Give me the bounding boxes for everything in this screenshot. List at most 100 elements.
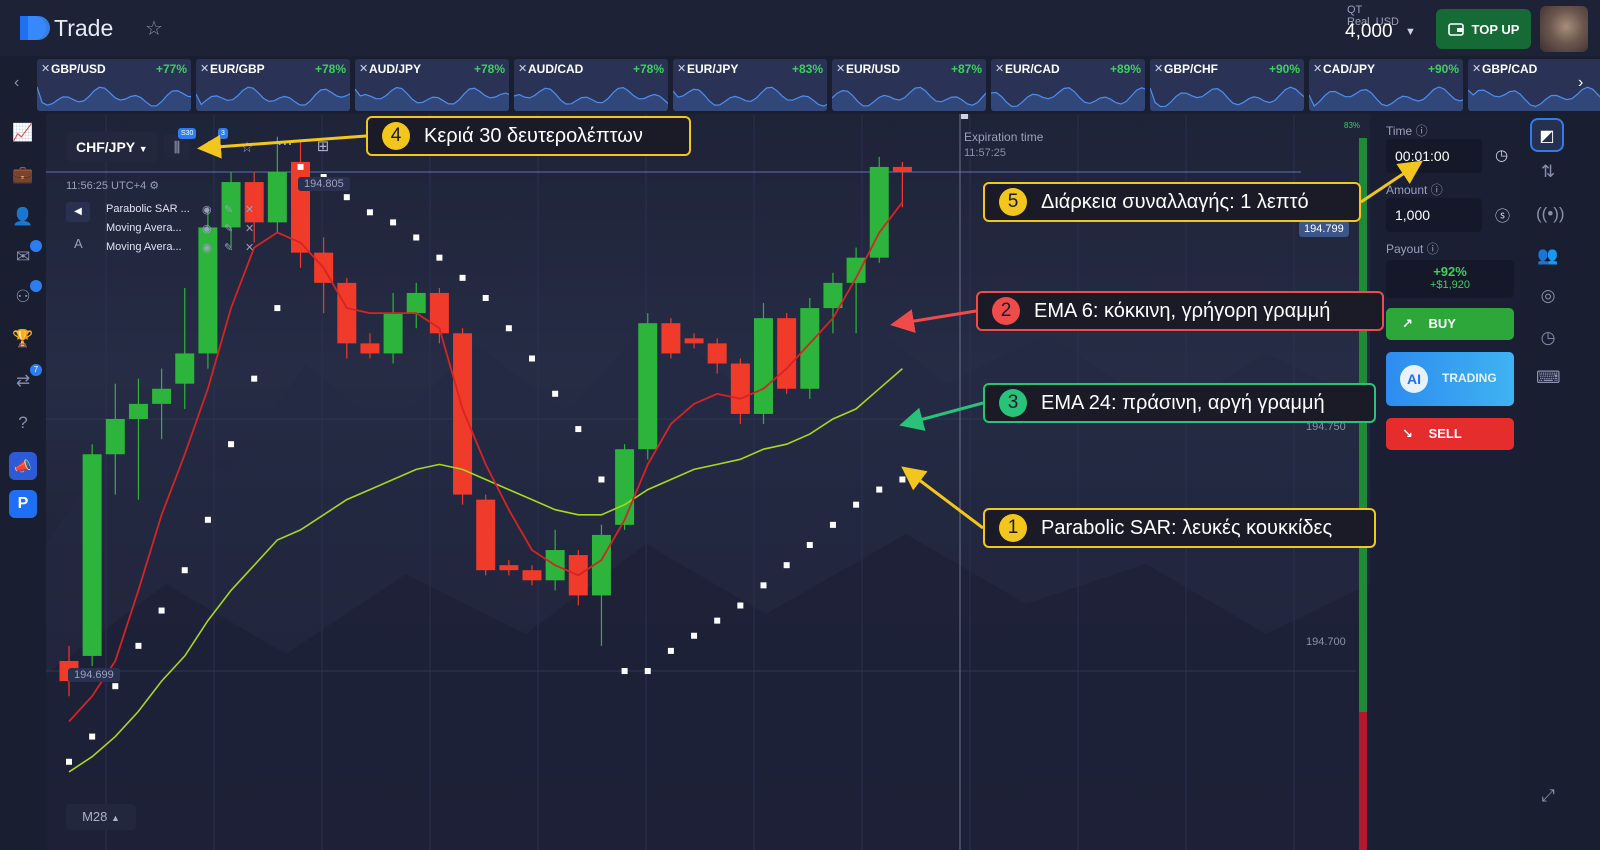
asset-sparkline: [514, 86, 668, 111]
symbol-selector[interactable]: CHF/JPY ▼: [66, 132, 158, 162]
drawings-badge: 3: [218, 128, 228, 139]
trophy-icon[interactable]: 🏆: [12, 328, 34, 350]
indicators-icon[interactable]: ☆: [234, 134, 260, 160]
asset-tab[interactable]: ✕ GBP/USD +77%: [37, 59, 191, 111]
more-icon[interactable]: ⋯: [272, 132, 298, 158]
close-tab-icon[interactable]: ✕: [1154, 62, 1163, 75]
sell-button[interactable]: ↘ SELL: [1386, 418, 1514, 450]
account-selector[interactable]: QT Real USD 4,000 ▼: [1335, 4, 1417, 48]
asset-tab[interactable]: ✕ EUR/CAD +89%: [991, 59, 1145, 111]
asset-tab[interactable]: ✕ EUR/USD +87%: [832, 59, 986, 111]
edit-pencil-icon[interactable]: ✎: [224, 222, 233, 235]
chevron-left-icon[interactable]: ‹: [14, 74, 19, 92]
edit-pencil-icon[interactable]: ✎: [224, 241, 233, 254]
candle-body: [499, 565, 519, 571]
close-tab-icon[interactable]: ✕: [359, 62, 368, 75]
portfolio-icon[interactable]: 💼: [12, 164, 34, 186]
time-label: Time ⓘ: [1386, 124, 1428, 138]
chevron-right-icon[interactable]: ›: [1578, 74, 1583, 92]
close-tab-icon[interactable]: ✕: [1472, 62, 1481, 75]
sort-arrows-icon[interactable]: ⇅: [1536, 160, 1560, 184]
asset-name: EUR/USD: [846, 62, 901, 76]
asset-payout: +87%: [950, 62, 982, 76]
layout-icon[interactable]: ⊞: [310, 134, 336, 160]
close-tab-icon[interactable]: ✕: [677, 62, 686, 75]
text-tool-icon[interactable]: A: [74, 236, 83, 251]
keyboard-icon[interactable]: ⌨: [1536, 366, 1561, 390]
expiration-flag-icon: ▀: [961, 114, 969, 125]
sar-dot: [806, 542, 813, 549]
asset-tab[interactable]: ✕ EUR/JPY +83%: [673, 59, 827, 111]
sar-dot: [436, 254, 443, 261]
users-icon[interactable]: 👥: [1536, 244, 1560, 268]
remove-icon[interactable]: ✕: [245, 222, 254, 235]
candle-body: [82, 454, 102, 656]
target-icon[interactable]: ◎: [1536, 284, 1560, 308]
asset-sparkline: [37, 86, 191, 111]
timeframe-selector[interactable]: M28 ▲: [66, 804, 136, 830]
eye-icon[interactable]: ◉: [202, 203, 212, 216]
ai-trading-label: TRADING: [1442, 371, 1497, 385]
eye-icon[interactable]: ◉: [202, 222, 212, 235]
fullscreen-icon[interactable]: ⤢: [1536, 784, 1560, 808]
sar-dot: [598, 476, 605, 483]
sar-dot: [899, 476, 906, 483]
sar-dot: [876, 486, 883, 493]
remove-icon[interactable]: ✕: [245, 241, 254, 254]
edit-pencil-icon[interactable]: ✎: [224, 203, 233, 216]
eye-icon[interactable]: ◉: [202, 241, 212, 254]
close-tab-icon[interactable]: ✕: [41, 62, 50, 75]
history-icon[interactable]: ◷: [1536, 326, 1560, 350]
caret-down-icon: ▼: [1405, 26, 1416, 38]
referral-badge: 7: [30, 364, 42, 376]
user-avatar[interactable]: [1540, 6, 1588, 52]
ai-trading-button[interactable]: AI TRADING: [1386, 352, 1514, 406]
price-chart[interactable]: CHF/JPY ▼ ⫼ S30 ⌇ 3 ☆ ⋯ ⊞ 11:56:25 UTC+4…: [46, 114, 1370, 850]
current-price-label: 194.799: [1299, 221, 1349, 237]
asset-tab[interactable]: ✕ GBP/CHF +90%: [1150, 59, 1304, 111]
indicator-row[interactable]: Parabolic SAR ... ◉ ✎ ✕: [106, 203, 266, 221]
amount-input[interactable]: 1,000: [1386, 198, 1482, 232]
asset-name: GBP/CHF: [1164, 62, 1218, 76]
buy-button[interactable]: ↗ BUY: [1386, 308, 1514, 340]
asset-tab[interactable]: ✕ AUD/CAD +78%: [514, 59, 668, 111]
sar-dot: [783, 562, 790, 569]
favorite-star-icon[interactable]: ☆: [145, 16, 163, 41]
candle-body: [152, 388, 172, 404]
sar-dot: [691, 632, 698, 639]
close-tab-icon[interactable]: ✕: [836, 62, 845, 75]
remove-icon[interactable]: ✕: [245, 203, 254, 216]
chart-icon[interactable]: 📈: [12, 122, 34, 144]
asset-tab[interactable]: ✕ EUR/GBP +78%: [196, 59, 350, 111]
app-shortcut-icon[interactable]: P: [9, 490, 37, 518]
close-tab-icon[interactable]: ✕: [1313, 62, 1322, 75]
clock-icon[interactable]: ◷: [1495, 146, 1508, 164]
close-tab-icon[interactable]: ✕: [995, 62, 1004, 75]
indicator-row[interactable]: Moving Avera... ◉ ✎ ✕: [106, 222, 266, 240]
collapse-indicators-button[interactable]: ◀: [66, 202, 90, 222]
asset-payout: +77%: [155, 62, 187, 76]
expiration-time: 11:57:25: [964, 147, 1007, 159]
logo-icon: [18, 14, 50, 42]
help-icon[interactable]: ?: [12, 412, 34, 434]
close-tab-icon[interactable]: ✕: [518, 62, 527, 75]
right-sidebar: ◩ ⇅ ((•)) 👥 ◎ ◷ ⌨ ⤢: [1520, 114, 1600, 850]
asset-sparkline: [355, 86, 509, 111]
signal-icon[interactable]: ((•)): [1536, 202, 1565, 226]
trade-chart-icon[interactable]: ◩: [1530, 118, 1564, 152]
indicator-row[interactable]: Moving Avera... ◉ ✎ ✕: [106, 241, 266, 259]
asset-name: AUD/JPY: [369, 62, 422, 76]
top-up-button[interactable]: TOP UP: [1436, 9, 1531, 49]
sar-dot: [459, 274, 466, 281]
asset-tab[interactable]: ✕ AUD/JPY +78%: [355, 59, 509, 111]
app-logo[interactable]: Trade: [18, 14, 113, 42]
megaphone-icon[interactable]: 📣: [9, 452, 37, 480]
asset-sparkline: [1309, 86, 1463, 111]
close-tab-icon[interactable]: ✕: [200, 62, 209, 75]
time-input[interactable]: 00:01:00: [1386, 139, 1482, 173]
sar-dot: [529, 355, 535, 362]
dollar-icon[interactable]: ⓢ: [1495, 205, 1510, 226]
asset-tab[interactable]: ✕ CAD/JPY +90%: [1309, 59, 1463, 111]
sar-dot: [760, 582, 767, 589]
profile-icon[interactable]: 👤: [12, 206, 34, 228]
